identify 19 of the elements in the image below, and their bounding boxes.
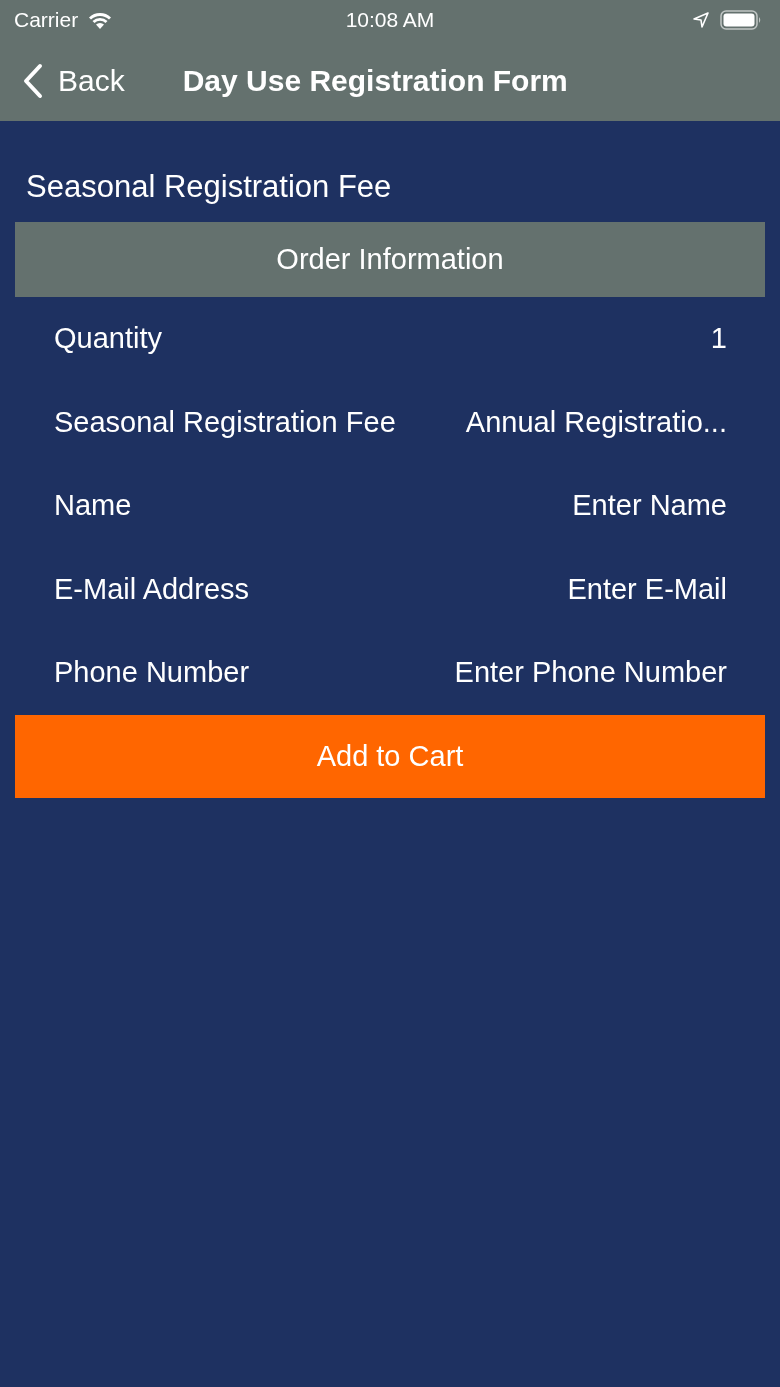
back-button[interactable]: Back bbox=[22, 62, 125, 99]
field-label: Name bbox=[54, 489, 132, 523]
input-field[interactable]: Enter E-Mail bbox=[387, 572, 727, 606]
battery-icon bbox=[720, 10, 762, 30]
input-field[interactable]: Enter Name bbox=[387, 489, 727, 523]
input-field[interactable]: Enter Phone Number bbox=[387, 656, 727, 690]
carrier-name: Carrier bbox=[14, 8, 79, 32]
section-title: Seasonal Registration Fee bbox=[25, 168, 393, 206]
order-information-header: Order Information bbox=[15, 222, 765, 297]
field-label: Quantity bbox=[54, 322, 162, 356]
field-label: Phone Number bbox=[54, 656, 250, 690]
back-chevron-icon bbox=[22, 62, 44, 99]
field-label: E-Mail Address bbox=[54, 572, 249, 606]
field-value[interactable]: Annual Registratio... bbox=[465, 405, 727, 439]
screen-title: Day Use Registration Form bbox=[182, 63, 568, 98]
field-value[interactable]: 1 bbox=[710, 322, 727, 356]
location-arrow-icon bbox=[692, 11, 710, 29]
status-time: 10:08 AM bbox=[345, 8, 435, 32]
field-label: Seasonal Registration Fee bbox=[54, 405, 396, 439]
